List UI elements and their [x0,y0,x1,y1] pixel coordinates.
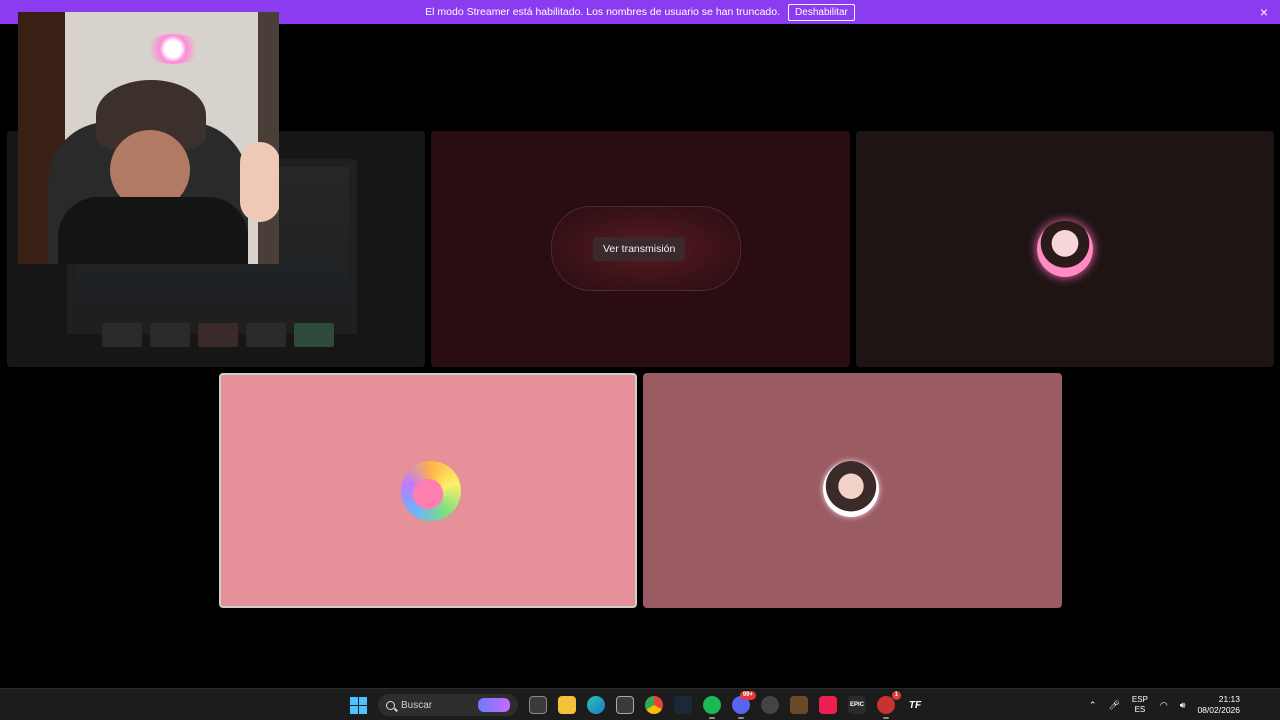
body [58,197,248,264]
chevron-up-icon[interactable]: ⌃ [1089,700,1097,711]
windows-taskbar: Buscar 99+ EPIC 1 TF ⌃ 🎤︎ ESP ES ◠ 🔊︎ 21… [0,688,1280,720]
avatar [1037,221,1093,277]
thumbnail [150,323,190,347]
language-code: ESP [1131,695,1148,704]
screen-share-thumbnails [102,323,334,347]
thumbnail [294,323,334,347]
discord-call-screen: El modo Streamer está habilitado. Los no… [0,0,1280,720]
thumbnail [198,323,238,347]
discord-icon[interactable]: 99+ [732,691,756,719]
close-icon[interactable]: × [1260,4,1268,20]
avatar [823,461,879,517]
system-tray: ⌃ 🎤︎ ESP ES ◠ 🔊︎ 21:13 08/02/2026 [1089,689,1280,720]
disable-streamer-mode-button[interactable]: Deshabilitar [788,3,855,21]
notification-badge: 1 [891,691,901,700]
app-red-icon[interactable]: 1 [877,691,901,719]
webcam-overlay[interactable] [18,12,279,264]
game-icon[interactable] [790,696,808,714]
clock[interactable]: 21:13 08/02/2026 [1197,694,1240,716]
wifi-icon[interactable]: ◠ [1160,700,1168,711]
search-highlight-image [478,698,510,712]
avatar [401,461,461,521]
search-placeholder: Buscar [401,699,433,711]
store-icon[interactable] [616,696,634,714]
file-explorer-icon[interactable] [558,696,576,714]
streamer-mode-message: El modo Streamer está habilitado. Los no… [425,6,781,18]
participant-tile-speaking[interactable] [219,373,637,608]
search-icon [386,700,395,710]
clock-date: 08/02/2026 [1197,705,1240,715]
participant-tile[interactable] [856,131,1274,367]
stream-tile[interactable]: Ver transmisión [431,131,850,367]
taskbar-apps: Buscar 99+ EPIC 1 TF [350,691,924,719]
windows-start-icon[interactable] [350,696,367,714]
steam-icon[interactable] [674,696,692,714]
tf-icon[interactable]: TF [906,696,924,714]
edge-icon[interactable] [587,696,605,714]
keyboard-layout: ES [1134,705,1146,714]
spotify-icon[interactable] [703,696,721,719]
thumbnail [102,323,142,347]
tiktok-icon[interactable] [819,696,837,714]
epic-games-icon[interactable]: EPIC [848,696,866,714]
microphone-icon[interactable]: 🎤︎ [1108,700,1119,711]
clock-time: 21:13 [1218,694,1240,704]
light-glow [143,34,203,64]
plush-toy [240,142,279,222]
watch-stream-button[interactable]: Ver transmisión [593,237,686,261]
task-view-icon[interactable] [529,696,547,714]
notification-badge: 99+ [739,691,756,700]
language-indicator[interactable]: ESP ES [1132,695,1148,715]
taskbar-search[interactable]: Buscar [378,694,518,716]
volume-icon[interactable]: 🔊︎ [1180,700,1186,711]
participant-tile[interactable] [643,373,1062,608]
thumbnail [246,323,286,347]
chrome-icon[interactable] [645,696,663,714]
app-icon[interactable] [761,696,779,714]
